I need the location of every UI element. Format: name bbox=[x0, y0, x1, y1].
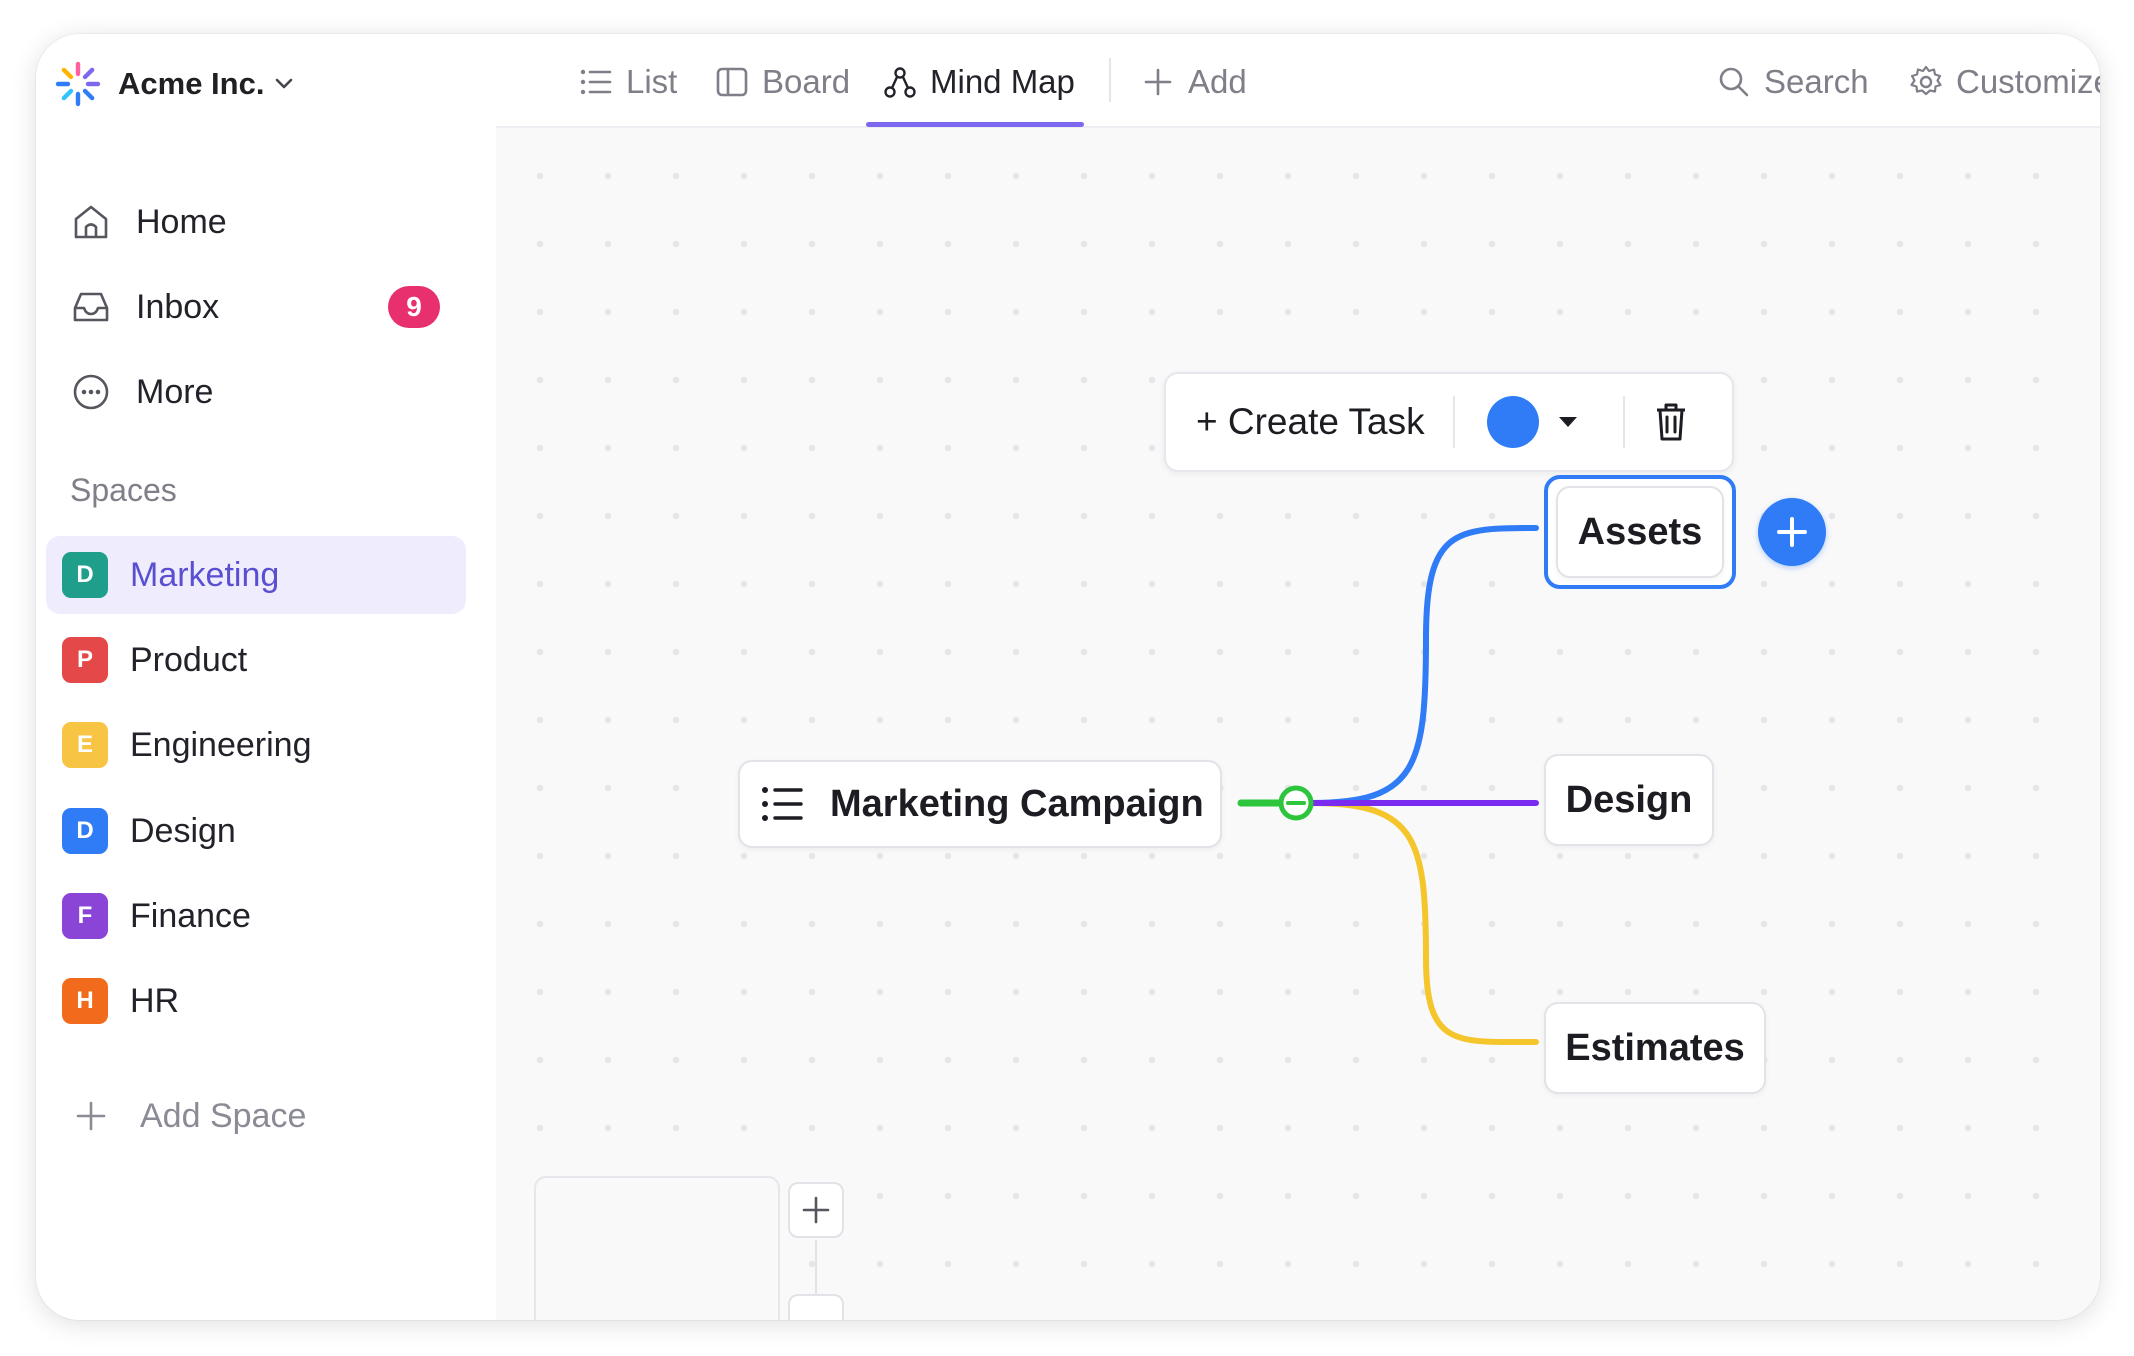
plus-icon bbox=[802, 1196, 830, 1224]
chevron-down-icon bbox=[276, 78, 293, 89]
add-space-label: Add Space bbox=[140, 1096, 307, 1135]
space-avatar: H bbox=[62, 978, 108, 1024]
toolbar-divider bbox=[1622, 396, 1625, 448]
search-button[interactable]: Search bbox=[1716, 52, 1869, 112]
node-color-swatch[interactable] bbox=[1486, 396, 1539, 448]
root-node-label: Marketing Campaign bbox=[830, 782, 1204, 825]
tab-divider bbox=[1109, 58, 1111, 102]
tab-mind-map-label: Mind Map bbox=[930, 63, 1075, 100]
link-assets bbox=[1308, 525, 1539, 806]
search-label: Search bbox=[1764, 63, 1869, 100]
customize-label: Customize bbox=[1956, 63, 2100, 100]
space-avatar: D bbox=[62, 552, 108, 598]
minus-icon bbox=[801, 1307, 831, 1320]
search-icon bbox=[1719, 67, 1749, 97]
add-child-node-button[interactable] bbox=[1758, 498, 1826, 566]
nav-home-label: Home bbox=[136, 202, 227, 241]
inbox-count-badge: 9 bbox=[388, 286, 440, 328]
nav-inbox-label: Inbox bbox=[136, 287, 220, 326]
spaces-heading: Spaces bbox=[70, 472, 177, 508]
add-space-button[interactable]: Add Space bbox=[70, 1086, 306, 1146]
mind-map-node-estimates[interactable]: Estimates bbox=[1544, 1002, 1766, 1094]
nav-more[interactable]: More bbox=[70, 362, 213, 422]
toolbar-divider bbox=[1452, 396, 1455, 448]
create-task-button[interactable]: + Create Task bbox=[1196, 401, 1425, 443]
space-label: Engineering bbox=[130, 725, 312, 764]
plus-icon bbox=[76, 1101, 106, 1131]
plus-icon bbox=[1777, 517, 1807, 547]
nav-inbox[interactable]: Inbox bbox=[70, 277, 219, 337]
inbox-icon bbox=[73, 292, 109, 322]
board-icon bbox=[716, 67, 748, 97]
tab-add-label: Add bbox=[1188, 63, 1247, 100]
space-hr[interactable]: H HR bbox=[46, 962, 466, 1040]
space-label: Marketing bbox=[130, 555, 280, 594]
tab-add[interactable]: Add bbox=[1140, 52, 1247, 112]
active-tab-indicator bbox=[866, 122, 1084, 127]
more-icon bbox=[73, 374, 109, 410]
mind-map-node-design[interactable]: Design bbox=[1544, 754, 1714, 846]
tab-board[interactable]: Board bbox=[714, 52, 850, 112]
collapse-toggle-icon bbox=[1278, 785, 1314, 821]
trash-icon[interactable] bbox=[1653, 402, 1689, 442]
space-label: Product bbox=[130, 640, 248, 679]
customize-button[interactable]: Customize bbox=[1908, 52, 2100, 112]
gear-icon bbox=[1910, 65, 1942, 96]
list-icon bbox=[580, 69, 612, 95]
workspace-switcher[interactable]: Acme Inc. bbox=[54, 54, 294, 114]
view-tabs-bar: List Board Mind Map Add Search Customize bbox=[496, 34, 2100, 128]
mind-map-node-assets[interactable]: Assets bbox=[1556, 486, 1724, 578]
list-icon bbox=[762, 787, 803, 821]
mind-map-canvas[interactable]: + Create Task Marketing Campaign Assets … bbox=[496, 128, 2100, 1320]
space-avatar: E bbox=[62, 722, 108, 768]
tab-mind-map[interactable]: Mind Map bbox=[882, 52, 1075, 112]
zoom-out-button[interactable] bbox=[788, 1294, 844, 1320]
space-engineering[interactable]: E Engineering bbox=[46, 706, 466, 784]
zoom-slider-track bbox=[815, 1240, 817, 1294]
space-label: Finance bbox=[130, 896, 251, 935]
zoom-in-button[interactable] bbox=[788, 1182, 844, 1238]
space-label: HR bbox=[130, 981, 180, 1020]
space-marketing[interactable]: D Marketing bbox=[46, 536, 466, 614]
workspace-name: Acme Inc. bbox=[118, 66, 265, 101]
app-window: Acme Inc. Home Inbox 9 More Spaces D Mar… bbox=[36, 34, 2100, 1320]
node-label: Design bbox=[1565, 778, 1693, 821]
mind-map-links bbox=[573, 525, 1539, 1304]
link-estimates bbox=[1308, 800, 1539, 1046]
space-avatar: D bbox=[62, 808, 108, 854]
node-toolbar: + Create Task bbox=[1164, 372, 1734, 472]
space-product[interactable]: P Product bbox=[46, 621, 466, 699]
mind-map-icon bbox=[884, 67, 916, 98]
sidebar: Acme Inc. Home Inbox 9 More Spaces D Mar… bbox=[36, 34, 496, 1320]
space-design[interactable]: D Design bbox=[46, 792, 466, 870]
node-label: Assets bbox=[1577, 510, 1703, 553]
node-label: Estimates bbox=[1565, 1026, 1745, 1069]
tab-list-label: List bbox=[626, 63, 678, 100]
tab-list[interactable]: List bbox=[578, 52, 677, 112]
caret-down-icon[interactable] bbox=[1557, 415, 1579, 429]
tab-board-label: Board bbox=[762, 63, 851, 100]
plus-icon bbox=[1144, 68, 1172, 96]
space-avatar: P bbox=[62, 637, 108, 683]
minimap[interactable] bbox=[534, 1176, 780, 1320]
nav-home[interactable]: Home bbox=[70, 192, 227, 252]
space-label: Design bbox=[130, 811, 236, 850]
sparkle-logo-icon bbox=[55, 61, 101, 107]
home-icon bbox=[74, 205, 108, 239]
space-finance[interactable]: F Finance bbox=[46, 877, 466, 955]
nav-more-label: More bbox=[136, 372, 214, 411]
space-avatar: F bbox=[62, 893, 108, 939]
mind-map-root-node[interactable]: Marketing Campaign bbox=[738, 760, 1222, 848]
